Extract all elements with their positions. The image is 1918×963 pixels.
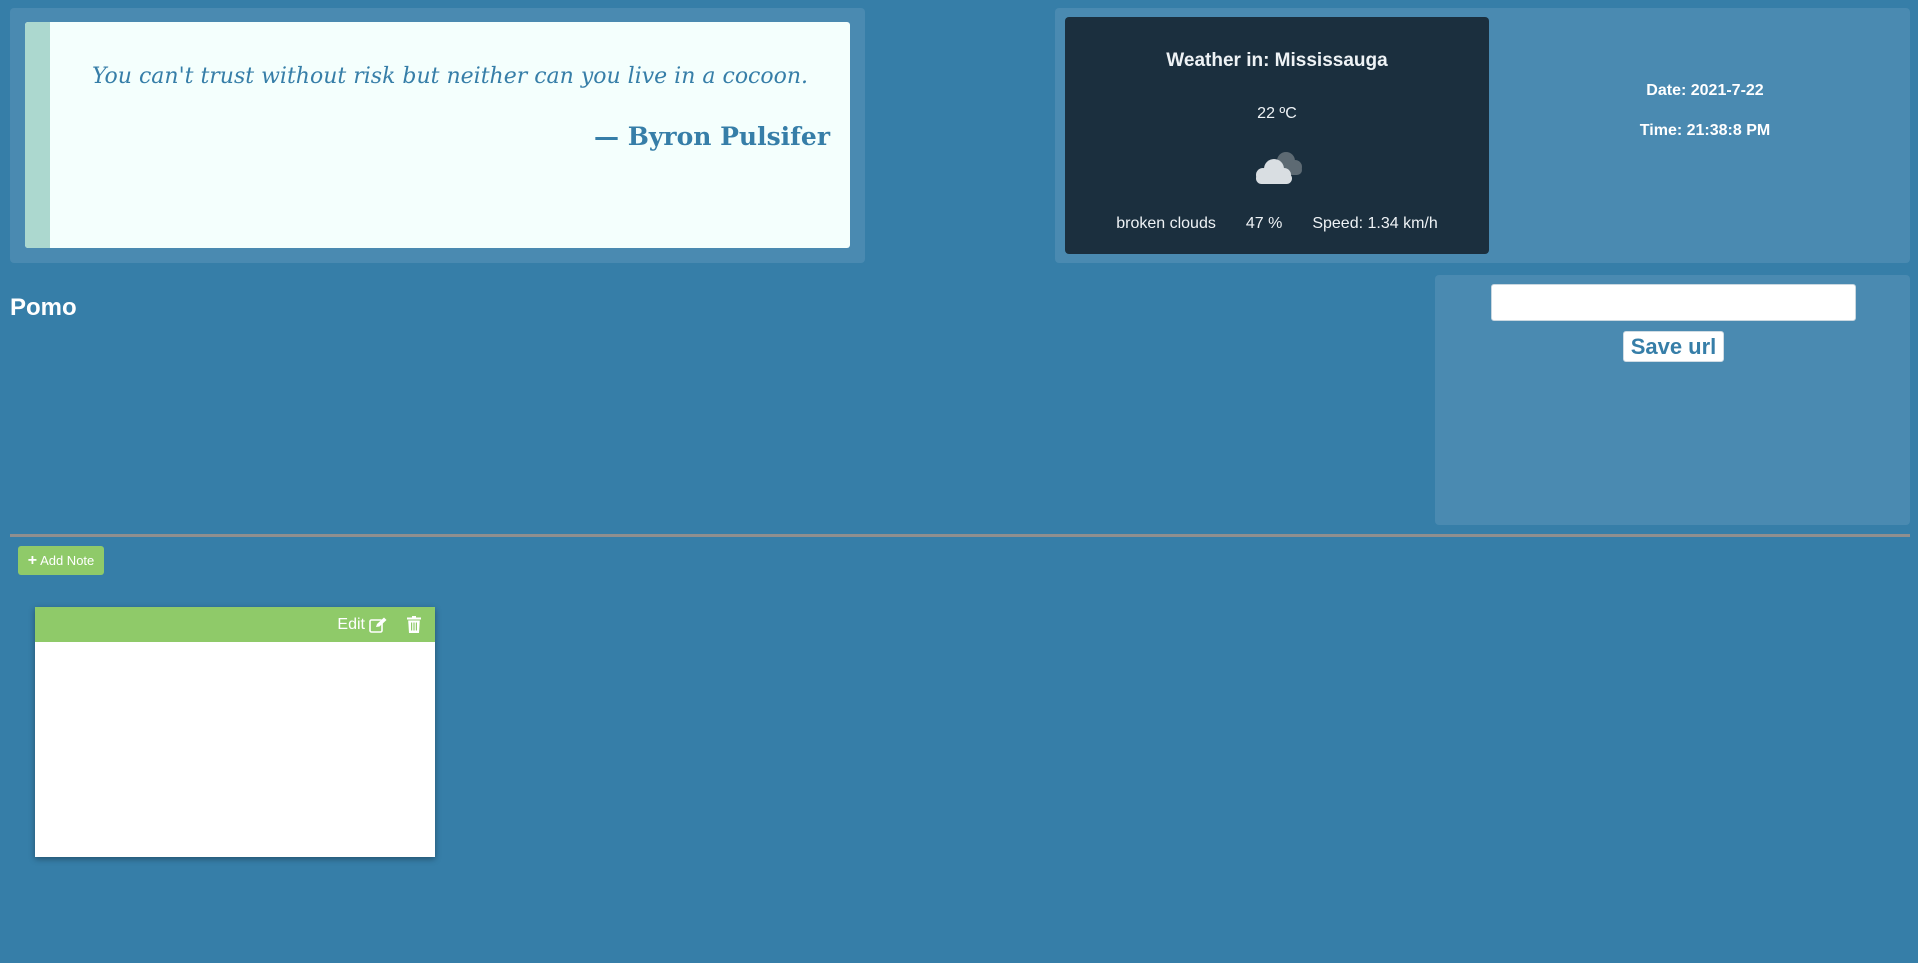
edit-icon	[369, 617, 387, 633]
weather-card: Weather in: Mississauga 22 ºC broken clo…	[1065, 17, 1489, 254]
note-edit-button[interactable]: Edit	[337, 607, 387, 642]
current-time: Time: 21:38:8 PM	[1639, 122, 1771, 139]
save-url-button[interactable]: Save url	[1623, 331, 1724, 362]
add-note-label: Add Note	[40, 553, 95, 568]
note-header: Edit	[35, 607, 435, 642]
quote-panel: You can't trust without risk but neither…	[10, 8, 865, 263]
url-panel: Save url	[1435, 275, 1910, 525]
weather-wind-speed: Speed: 1.34 km/h	[1312, 215, 1438, 232]
section-divider	[10, 534, 1910, 537]
weather-panel: Weather in: Mississauga 22 ºC broken clo…	[1055, 8, 1910, 263]
weather-humidity: 47 %	[1245, 215, 1283, 232]
quote-accent-bar	[25, 22, 50, 248]
note-edit-label: Edit	[337, 615, 365, 633]
note-card: Edit	[35, 607, 435, 857]
broken-clouds-icon	[1256, 152, 1302, 184]
quote-text: You can't trust without risk but neither…	[91, 64, 809, 89]
plus-icon: +	[27, 551, 38, 569]
weather-location-title: Weather in: Mississauga	[1166, 50, 1388, 71]
current-date: Date: 2021-7-22	[1646, 82, 1764, 99]
note-delete-button[interactable]	[403, 607, 425, 642]
weather-details: broken clouds 47 % Speed: 1.34 km/h	[1065, 215, 1489, 233]
trash-icon	[407, 616, 421, 633]
quote-card: You can't trust without risk but neither…	[25, 22, 850, 248]
add-note-button[interactable]: + Add Note	[18, 546, 104, 575]
pomo-title: Pomo	[10, 294, 77, 321]
weather-description: broken clouds	[1116, 215, 1216, 232]
quote-author: — Byron Pulsifer	[594, 122, 830, 151]
weather-temperature: 22 ºC	[1257, 105, 1297, 122]
url-input[interactable]	[1491, 284, 1856, 321]
note-content[interactable]	[35, 642, 435, 857]
